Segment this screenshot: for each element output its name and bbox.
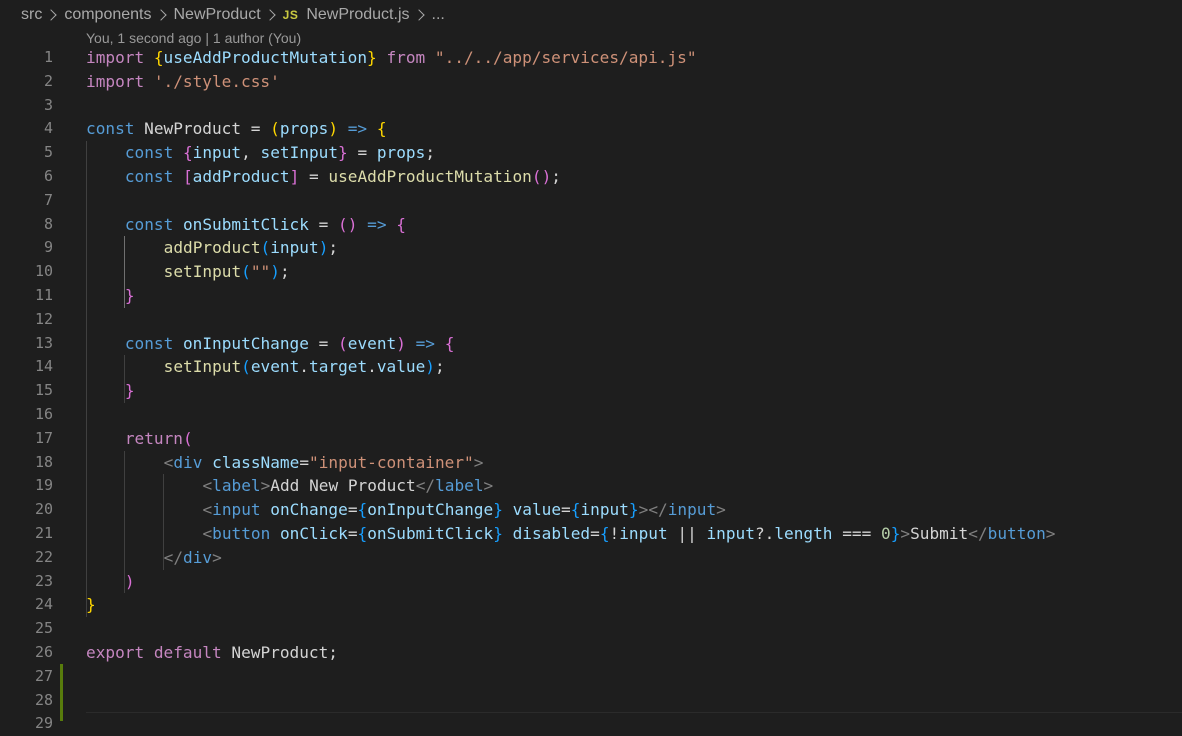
code-text: <div className="input-container">: [163, 452, 484, 472]
line-number: 15: [34, 381, 53, 400]
code-line[interactable]: 8 const onSubmitClick = () => {: [0, 213, 1182, 237]
line-number: 10: [34, 262, 53, 281]
breadcrumb-item-symbols[interactable]: ...: [432, 6, 445, 24]
line-number: 18: [34, 452, 53, 471]
code-line[interactable]: 17 return(: [0, 427, 1182, 451]
line-number: 8: [43, 214, 53, 233]
code-line[interactable]: 11 }: [0, 284, 1182, 308]
indent-guide: [162, 474, 164, 570]
line-number: 29: [34, 714, 53, 733]
breadcrumb-item-file[interactable]: NewProduct.js: [306, 6, 409, 24]
code-text: const NewProduct = (props) => {: [86, 119, 387, 139]
code-line[interactable]: 29: [0, 712, 1182, 736]
code-text: const {input, setInput} = props;: [124, 143, 436, 163]
line-number: 16: [34, 405, 53, 423]
line-number: 21: [34, 524, 53, 542]
line-number: 22: [34, 547, 53, 566]
code-line[interactable]: 10 setInput("");: [0, 260, 1182, 284]
code-line[interactable]: 26 export default NewProduct;: [0, 641, 1182, 665]
code-line[interactable]: 9 addProduct(input);: [0, 236, 1182, 260]
line-number: 23: [34, 571, 53, 590]
chevron-right-icon: [412, 8, 425, 21]
line-number: 14: [34, 357, 53, 376]
indent-guide: [124, 355, 126, 403]
code-line[interactable]: 12: [0, 308, 1182, 332]
code-text: <button onClick={onSubmitClick} disabled…: [202, 524, 1056, 543]
code-line[interactable]: 23 ): [0, 570, 1182, 594]
code-line[interactable]: 28: [0, 689, 1182, 713]
line-number: 5: [43, 143, 53, 162]
code-line[interactable]: 1 import {useAddProductMutation} from "..…: [0, 46, 1182, 70]
code-line[interactable]: 19 <label>Add New Product</label>: [0, 474, 1182, 498]
code-text: import {useAddProductMutation} from "../…: [86, 48, 697, 67]
code-line[interactable]: 20 <input onChange={onInputChange} value…: [0, 498, 1182, 522]
code-text: }: [124, 381, 135, 401]
code-text: </div>: [163, 547, 222, 567]
code-line[interactable]: 4 const NewProduct = (props) => {: [0, 117, 1182, 141]
code-line[interactable]: 5 const {input, setInput} = props;: [0, 141, 1182, 165]
line-number: 26: [34, 643, 53, 661]
code-text: const onInputChange = (event) => {: [124, 333, 455, 353]
line-number: 13: [34, 333, 53, 352]
line-number: 27: [34, 666, 53, 685]
code-editor[interactable]: 1 import {useAddProductMutation} from "..…: [0, 46, 1182, 732]
line-number: 9: [43, 238, 53, 257]
breadcrumb-item-components[interactable]: components: [64, 6, 151, 24]
line-number: 24: [34, 595, 53, 614]
code-text: }: [86, 595, 96, 615]
code-line[interactable]: 3: [0, 94, 1182, 118]
code-text: <input onChange={onInputChange} value={i…: [202, 500, 726, 520]
code-text: setInput(event.target.value);: [163, 357, 445, 377]
breadcrumb-item-src[interactable]: src: [21, 6, 42, 24]
code-line[interactable]: 13 const onInputChange = (event) => {: [0, 332, 1182, 356]
code-line[interactable]: 2 import './style.css': [0, 70, 1182, 94]
codelens-blame[interactable]: You, 1 second ago | 1 author (You): [86, 28, 301, 48]
code-line[interactable]: 15 }: [0, 379, 1182, 403]
chevron-right-icon: [263, 8, 276, 21]
code-line[interactable]: 25: [0, 617, 1182, 641]
code-text: return(: [124, 428, 193, 448]
code-line[interactable]: 7: [0, 189, 1182, 213]
chevron-right-icon: [45, 8, 57, 21]
code-line[interactable]: 27: [0, 665, 1182, 689]
code-line[interactable]: 14 setInput(event.target.value);: [0, 355, 1182, 379]
breadcrumb: src components NewProduct JS NewProduct.…: [0, 0, 1182, 29]
line-number: 6: [43, 167, 53, 185]
code-line[interactable]: 22 </div>: [0, 546, 1182, 570]
line-number: 4: [43, 119, 53, 138]
indent-guide: [124, 236, 126, 308]
code-line[interactable]: 18 <div className="input-container">: [0, 451, 1182, 475]
line-number: 2: [43, 71, 53, 90]
code-text: import './style.css': [86, 71, 280, 91]
code-line[interactable]: 6 const [addProduct] = useAddProductMuta…: [0, 165, 1182, 189]
line-number: 7: [43, 190, 53, 209]
code-text: const onSubmitClick = () => {: [124, 214, 406, 234]
indent-guide: [124, 450, 126, 594]
code-text: }: [124, 286, 135, 305]
line-number: 17: [34, 428, 53, 447]
line-number: 25: [34, 619, 53, 638]
line-number: 12: [34, 309, 53, 328]
code-text: <label>Add New Product</label>: [202, 476, 494, 496]
code-line[interactable]: 21 <button onClick={onSubmitClick} disab…: [0, 522, 1182, 546]
code-text: ): [124, 571, 135, 591]
line-number: 1: [43, 48, 53, 66]
code-line[interactable]: 16: [0, 403, 1182, 427]
line-number: 19: [34, 476, 53, 495]
line-number: 11: [34, 286, 53, 304]
code-line[interactable]: 24}: [0, 593, 1182, 617]
code-text: const [addProduct] = useAddProductMutati…: [124, 167, 561, 186]
breadcrumb-item-newproduct[interactable]: NewProduct: [174, 6, 261, 24]
code-text: export default NewProduct;: [86, 643, 338, 662]
indent-guide: [86, 141, 87, 618]
chevron-right-icon: [154, 8, 167, 21]
line-number: 28: [34, 690, 53, 709]
code-text: setInput("");: [163, 262, 290, 282]
line-number: 20: [34, 500, 53, 519]
line-number: 3: [43, 95, 53, 114]
javascript-file-icon: JS: [282, 7, 299, 22]
